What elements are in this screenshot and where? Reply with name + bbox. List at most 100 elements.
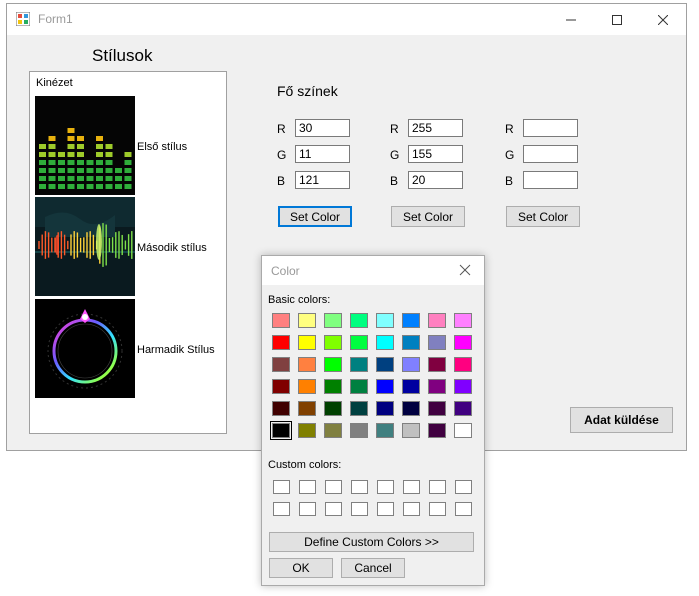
basic-color-swatch[interactable] (350, 357, 368, 372)
basic-color-swatch[interactable] (402, 357, 420, 372)
r-input-3[interactable] (523, 119, 578, 137)
basic-color-swatch[interactable] (350, 335, 368, 350)
basic-color-swatch[interactable] (324, 423, 342, 438)
basic-color-swatch[interactable] (298, 357, 316, 372)
basic-color-swatch[interactable] (324, 401, 342, 416)
basic-color-swatch[interactable] (298, 379, 316, 394)
custom-color-swatch[interactable] (299, 502, 316, 516)
send-data-button[interactable]: Adat küldése (570, 407, 673, 433)
custom-color-swatch[interactable] (429, 480, 446, 494)
style-list[interactable]: Kinézet Első stílus Második stílus Harma… (29, 71, 227, 434)
basic-color-swatch[interactable] (298, 313, 316, 328)
basic-color-swatch[interactable] (272, 357, 290, 372)
custom-color-swatch[interactable] (273, 480, 290, 494)
set-color-button-3[interactable]: Set Color (506, 206, 580, 227)
ok-button[interactable]: OK (269, 558, 333, 578)
r-input-2[interactable] (408, 119, 463, 137)
close-button[interactable] (640, 4, 686, 35)
b-input-2[interactable] (408, 171, 463, 189)
custom-color-swatch[interactable] (429, 502, 446, 516)
style-thumbnail-3[interactable] (35, 299, 135, 398)
style-item-label-3[interactable]: Harmadik Stílus (137, 344, 215, 356)
basic-color-swatch[interactable] (324, 335, 342, 350)
color-dialog: Color Basic colors: Custom colors: Defin… (261, 255, 485, 586)
style-item-label-1[interactable]: Első stílus (137, 141, 187, 153)
maximize-icon (612, 14, 622, 25)
custom-color-swatch[interactable] (377, 502, 394, 516)
basic-color-swatch[interactable] (454, 357, 472, 372)
basic-color-swatch[interactable] (402, 401, 420, 416)
basic-color-swatch[interactable] (272, 379, 290, 394)
color-dialog-title-bar[interactable]: Color (262, 256, 484, 285)
custom-color-swatch[interactable] (273, 502, 290, 516)
style-thumbnail-1[interactable] (35, 96, 135, 195)
custom-color-swatch[interactable] (299, 480, 316, 494)
custom-color-swatch[interactable] (377, 480, 394, 494)
equalizer-image (35, 96, 135, 195)
minimize-button[interactable] (548, 4, 594, 35)
basic-color-swatch[interactable] (324, 313, 342, 328)
custom-color-swatch[interactable] (455, 480, 472, 494)
g-label-1: G (277, 148, 287, 162)
basic-color-swatch[interactable] (324, 379, 342, 394)
basic-color-swatch[interactable] (428, 313, 446, 328)
basic-color-swatch[interactable] (454, 401, 472, 416)
custom-color-swatch[interactable] (325, 480, 342, 494)
basic-color-swatch[interactable] (272, 335, 290, 350)
color-dialog-close-button[interactable] (458, 263, 472, 277)
close-icon (658, 14, 668, 25)
basic-color-swatch[interactable] (270, 421, 292, 440)
basic-color-swatch[interactable] (428, 357, 446, 372)
maximize-button[interactable] (594, 4, 640, 35)
basic-color-swatch[interactable] (298, 335, 316, 350)
basic-color-swatch[interactable] (428, 335, 446, 350)
g-input-3[interactable] (523, 145, 578, 163)
basic-color-swatch[interactable] (324, 357, 342, 372)
define-custom-colors-button[interactable]: Define Custom Colors >> (269, 532, 474, 552)
basic-color-swatch[interactable] (376, 313, 394, 328)
custom-color-swatch[interactable] (403, 502, 420, 516)
basic-color-swatch[interactable] (428, 379, 446, 394)
main-colors-heading: Fő színek (277, 83, 338, 99)
basic-color-swatch[interactable] (454, 379, 472, 394)
basic-color-swatch[interactable] (272, 313, 290, 328)
basic-color-swatch[interactable] (402, 335, 420, 350)
basic-color-swatch[interactable] (376, 357, 394, 372)
set-color-button-1[interactable]: Set Color (278, 206, 352, 227)
g-input-1[interactable] (295, 145, 350, 163)
basic-color-swatch[interactable] (376, 423, 394, 438)
style-thumbnail-2[interactable] (35, 197, 135, 296)
basic-color-swatch[interactable] (350, 401, 368, 416)
basic-color-swatch[interactable] (350, 423, 368, 438)
basic-color-swatch[interactable] (350, 313, 368, 328)
basic-color-swatch[interactable] (272, 401, 290, 416)
basic-color-swatch[interactable] (376, 379, 394, 394)
basic-color-swatch[interactable] (402, 423, 420, 438)
basic-color-swatch[interactable] (454, 335, 472, 350)
basic-color-swatch[interactable] (402, 379, 420, 394)
basic-colors-label: Basic colors: (268, 294, 331, 306)
basic-color-swatch[interactable] (402, 313, 420, 328)
cancel-button[interactable]: Cancel (341, 558, 405, 578)
b-input-3[interactable] (523, 171, 578, 189)
basic-color-swatch[interactable] (376, 401, 394, 416)
basic-color-swatch[interactable] (376, 335, 394, 350)
basic-color-swatch[interactable] (298, 423, 316, 438)
r-input-1[interactable] (295, 119, 350, 137)
custom-color-swatch[interactable] (403, 480, 420, 494)
custom-color-swatch[interactable] (351, 502, 368, 516)
basic-color-swatch[interactable] (428, 423, 446, 438)
basic-color-swatch[interactable] (454, 313, 472, 328)
custom-color-swatch[interactable] (325, 502, 342, 516)
custom-color-swatch[interactable] (455, 502, 472, 516)
basic-color-swatch[interactable] (350, 379, 368, 394)
basic-color-swatch[interactable] (298, 401, 316, 416)
basic-color-swatch[interactable] (428, 401, 446, 416)
basic-color-swatch[interactable] (454, 423, 472, 438)
b-input-1[interactable] (295, 171, 350, 189)
style-item-label-2[interactable]: Második stílus (137, 242, 207, 254)
title-bar[interactable]: Form1 (7, 4, 686, 35)
custom-color-swatch[interactable] (351, 480, 368, 494)
g-input-2[interactable] (408, 145, 463, 163)
set-color-button-2[interactable]: Set Color (391, 206, 465, 227)
